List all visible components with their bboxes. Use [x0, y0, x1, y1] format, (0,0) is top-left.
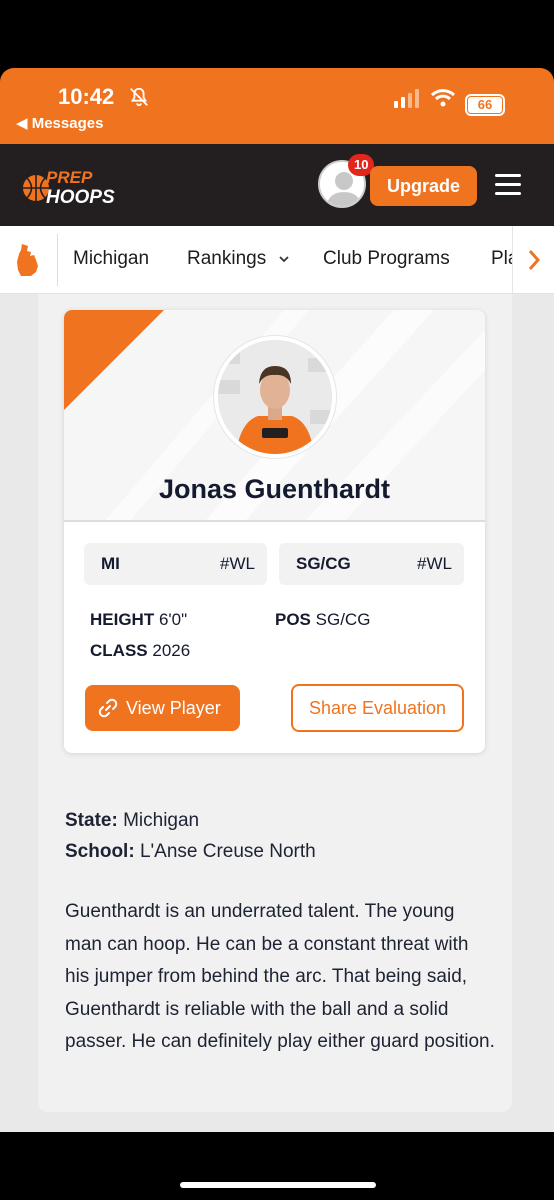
battery-level: 66: [477, 97, 493, 112]
state-label: State:: [65, 810, 118, 831]
share-evaluation-button[interactable]: Share Evaluation: [291, 684, 464, 732]
state-value: Michigan: [123, 810, 200, 831]
bell-slash-icon: [130, 87, 148, 107]
link-icon: [98, 698, 118, 718]
evaluation-text: Guenthardt is an underrated talent. The …: [65, 901, 495, 1052]
height-stat: HEIGHT 6'0": [90, 610, 187, 630]
nav-item-michigan[interactable]: Michigan: [73, 248, 149, 270]
state-pill-rank: #WL: [220, 554, 255, 573]
sub-navigation: Michigan Rankings Club Programs Pla: [0, 226, 554, 294]
status-bar: 10:42 ◀ Messages 66: [0, 68, 554, 144]
chevron-down-icon: [278, 256, 289, 263]
view-player-button[interactable]: View Player: [85, 685, 240, 731]
player-photo-image: [218, 340, 332, 454]
height-label: HEIGHT: [90, 610, 155, 629]
pos-label: POS: [275, 610, 311, 629]
player-card: Jonas Guenthardt MI #WL SG/CG #WL HEIGHT…: [64, 310, 485, 753]
prep-hoops-logo[interactable]: PREP HOOPS: [22, 164, 122, 208]
nav-item-rankings[interactable]: Rankings: [187, 248, 290, 270]
back-to-messages[interactable]: ◀ Messages: [16, 114, 103, 132]
battery-icon: 66: [465, 94, 505, 116]
hamburger-menu-icon[interactable]: [495, 174, 521, 196]
subnav-divider: [57, 234, 58, 286]
home-indicator[interactable]: [180, 1182, 376, 1188]
top-bezel: [0, 0, 554, 68]
school-line: School: L'Anse Creuse North: [65, 841, 316, 863]
player-photo: [214, 336, 336, 458]
position-rank-pill[interactable]: SG/CG #WL: [279, 543, 464, 585]
class-stat: CLASS 2026: [90, 641, 190, 661]
position-pill-label: SG/CG: [296, 554, 351, 573]
height-value: 6'0": [158, 610, 188, 629]
scroll-right-button[interactable]: [512, 226, 554, 293]
logo-text-hoops: HOOPS: [46, 187, 115, 208]
state-rank-pill[interactable]: MI #WL: [84, 543, 267, 585]
upgrade-button[interactable]: Upgrade: [370, 166, 477, 206]
school-label: School:: [65, 841, 135, 862]
michigan-state-icon[interactable]: [14, 242, 44, 278]
school-value: L'Anse Creuse North: [139, 841, 316, 862]
pos-value: SG/CG: [315, 610, 371, 629]
nav-item-club-programs[interactable]: Club Programs: [323, 248, 450, 270]
logo-text-prep: PREP: [46, 168, 93, 187]
signal-icon: [394, 89, 419, 108]
player-card-header: Jonas Guenthardt: [64, 310, 485, 522]
player-name: Jonas Guenthardt: [158, 474, 391, 504]
class-value: 2026: [152, 641, 191, 660]
position-pill-rank: #WL: [417, 554, 452, 573]
bottom-bezel: [0, 1132, 554, 1200]
status-time: 10:42: [58, 84, 115, 109]
view-player-label: View Player: [126, 698, 221, 718]
state-line: State: Michigan: [65, 810, 199, 832]
wifi-icon: [430, 89, 456, 107]
state-pill-label: MI: [101, 554, 120, 573]
pos-stat: POS SG/CG: [275, 610, 370, 630]
nav-item-rankings-label: Rankings: [187, 248, 267, 269]
class-label: CLASS: [90, 641, 148, 660]
chevron-right-icon: [528, 250, 541, 270]
